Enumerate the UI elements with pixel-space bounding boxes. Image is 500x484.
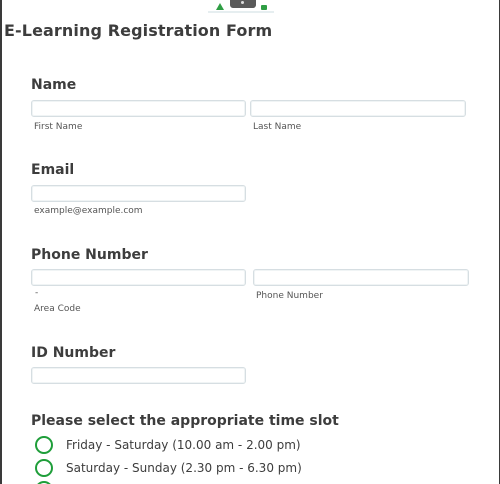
email-sublabel: example@example.com bbox=[34, 206, 143, 216]
area-code-input[interactable] bbox=[31, 269, 246, 286]
phone-separator: - bbox=[35, 288, 39, 298]
first-name-input[interactable] bbox=[31, 100, 246, 117]
header-divider bbox=[208, 11, 274, 13]
header-illustration bbox=[202, 0, 282, 14]
time-slot-label: Please select the appropriate time slot bbox=[31, 413, 339, 429]
menu-tab-icon bbox=[230, 0, 256, 8]
phone-label: Phone Number bbox=[31, 247, 148, 263]
form-page: E-Learning Registration Form Name First … bbox=[0, 0, 500, 484]
form-title: E-Learning Registration Form bbox=[4, 21, 273, 40]
id-number-label: ID Number bbox=[31, 345, 116, 361]
first-name-sublabel: First Name bbox=[34, 122, 83, 132]
phone-number-input[interactable] bbox=[253, 269, 469, 286]
last-name-sublabel: Last Name bbox=[253, 122, 302, 132]
time-slot-option-label: Friday - Saturday (10.00 am - 2.00 pm) bbox=[66, 438, 301, 452]
time-slot-option-label: Saturday - Sunday (2.30 pm - 6.30 pm) bbox=[66, 461, 302, 475]
radio-button[interactable] bbox=[35, 459, 53, 477]
time-slot-option[interactable]: Friday - Saturday (10.00 am - 2.00 pm) bbox=[35, 435, 301, 455]
radio-button[interactable] bbox=[35, 436, 53, 454]
last-name-input[interactable] bbox=[250, 100, 466, 117]
plant-pot-icon bbox=[261, 5, 267, 10]
email-input[interactable] bbox=[31, 185, 246, 202]
time-slot-option[interactable]: Saturday - Sunday (2.30 pm - 6.30 pm) bbox=[35, 458, 302, 478]
area-code-sublabel: Area Code bbox=[34, 304, 81, 314]
tree-icon bbox=[216, 3, 224, 10]
phone-number-sublabel: Phone Number bbox=[256, 291, 323, 301]
name-label: Name bbox=[31, 77, 77, 93]
email-label: Email bbox=[31, 162, 75, 178]
id-number-input[interactable] bbox=[31, 367, 246, 384]
time-slot-option-partial[interactable] bbox=[35, 480, 53, 484]
